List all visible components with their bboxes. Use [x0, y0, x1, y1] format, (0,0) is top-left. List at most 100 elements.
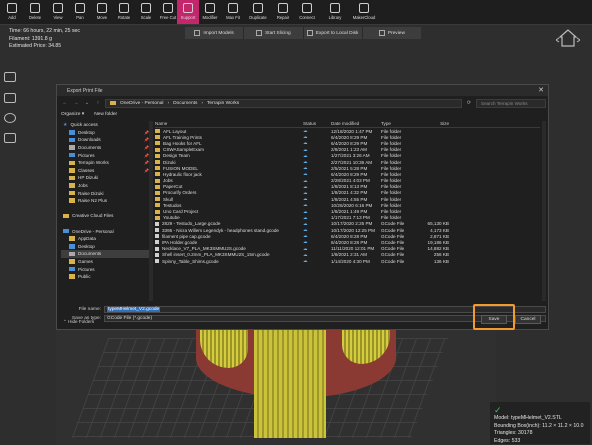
toolbar-support-button[interactable]: Support	[177, 0, 199, 24]
type-cell: File folder	[381, 203, 421, 208]
nav-item[interactable]: OneDrive - Personal	[61, 227, 149, 235]
folder-icon	[155, 179, 160, 183]
file-name-text: Procurify Orders	[163, 190, 196, 195]
close-icon[interactable]: ✕	[538, 86, 544, 94]
type-cell: File folder	[381, 215, 421, 220]
nav-item[interactable]: Terrapin Works📌	[61, 159, 149, 167]
toolbar-label: Scale	[141, 15, 151, 20]
toolbar-move-button[interactable]: Move	[91, 0, 113, 24]
list-icon[interactable]	[4, 93, 16, 103]
nav-item-label: Games	[78, 259, 93, 264]
toolbar-label: Add	[8, 15, 15, 20]
date-cell: 1/8/2021 4:55 PM	[331, 197, 381, 202]
column-type[interactable]: Type	[381, 121, 421, 126]
preview-button[interactable]: Preview	[363, 27, 421, 39]
type-cell: GCode File	[381, 246, 421, 251]
column-status[interactable]: Status	[303, 121, 331, 126]
table-row[interactable]: Spinny_Table_Shims.gcode☁1/14/2020 4:30 …	[155, 258, 540, 264]
cloud-status-icon: ☁	[303, 209, 331, 215]
nav-item[interactable]: Documents📌	[61, 144, 149, 152]
cancel-button[interactable]: Cancel	[515, 315, 541, 324]
toolbar-label: Library	[329, 15, 342, 20]
file-name-text: 3395 - Nicra Willem Legendyk - headphone…	[162, 228, 279, 233]
breadcrumb-item[interactable]: Terrapin Works	[207, 101, 239, 106]
toolbar-modifier-button[interactable]: Modifier	[199, 0, 221, 24]
nav-item-label: Creative Cloud Files	[72, 213, 113, 218]
cloud-status-icon: ☁	[303, 227, 331, 233]
file-name-cell: 2829 - Testudo_Large.gcode	[155, 221, 303, 226]
toolbar-library-button[interactable]: Library	[324, 0, 346, 24]
toolbar-label: Support	[181, 15, 196, 20]
toolbar-view-button[interactable]: View	[47, 0, 69, 24]
nav-item[interactable]: Desktop	[61, 243, 149, 251]
toolbar-connect-button[interactable]: Connect	[296, 0, 318, 24]
export-local-disk-button[interactable]: Export to Local Disk	[304, 27, 363, 39]
back-arrow-icon[interactable]: ←	[61, 100, 69, 106]
slice-label: Start Slicing	[265, 31, 291, 36]
toolbar-add-button[interactable]: Add	[1, 0, 23, 24]
nav-item[interactable]: Raise Dizuki	[61, 189, 149, 197]
toolbar-repair-button[interactable]: Repair	[272, 0, 294, 24]
organize-menu[interactable]: Organize ▾	[61, 112, 84, 117]
delete-icon	[30, 3, 40, 13]
toolbar-free-cut-button[interactable]: Free Cut	[157, 0, 179, 24]
nav-item[interactable]: Desktop📌	[61, 129, 149, 137]
start-slicing-button[interactable]: Start Slicing	[244, 27, 303, 39]
new-folder-button[interactable]: New folder	[94, 112, 117, 117]
model-bbox: Bounding Box(inch): 11.2 × 11.2 × 10.0	[494, 423, 586, 431]
nav-item[interactable]: HP Dizuki	[61, 174, 149, 182]
nav-item-label: Desktop	[78, 130, 95, 135]
nav-scrollbar[interactable]	[149, 121, 153, 301]
cloud-status-icon: ☁	[303, 184, 331, 190]
cloud-status-icon: ☁	[303, 140, 331, 146]
chevron-down-icon[interactable]: ⌄	[83, 100, 91, 106]
type-cell: File folder	[381, 166, 421, 171]
up-arrow-icon[interactable]: ↑	[94, 100, 102, 106]
toolbar-makercloud-button[interactable]: MakerCloud	[353, 0, 375, 24]
file-name-cell: Procurify Orders	[155, 190, 303, 195]
nav-item[interactable]: Pictures	[61, 265, 149, 273]
toolbar-label: Move	[97, 15, 107, 20]
forward-arrow-icon[interactable]: →	[72, 100, 80, 106]
cloud-status-icon: ☁	[303, 128, 331, 134]
breadcrumb[interactable]: OneDrive - Personal› Documents› Terrapin…	[105, 99, 462, 108]
home-view-icon[interactable]	[556, 28, 580, 52]
column-name[interactable]: Name	[155, 121, 303, 126]
nav-item[interactable]: Raise N2 Plus	[61, 197, 149, 205]
nav-item[interactable]: Games	[61, 258, 149, 266]
upload-icon[interactable]	[4, 133, 16, 143]
nav-item[interactable]: Classes📌	[61, 167, 149, 175]
hide-folders-toggle[interactable]: ⌃ Hide Folders	[63, 319, 94, 325]
nav-item[interactable]: Downloads📌	[61, 136, 149, 144]
folder-icon	[63, 214, 69, 219]
column-date[interactable]: Date modified	[331, 121, 381, 126]
nav-item[interactable]: AppData	[61, 235, 149, 243]
search-input[interactable]: Search Terrapin Works	[476, 99, 546, 108]
nav-item[interactable]: Jobs	[61, 182, 149, 190]
toolbar-rotate-button[interactable]: Rotate	[113, 0, 135, 24]
toolbar-max-fit-button[interactable]: Max Fit	[222, 0, 244, 24]
import-models-button[interactable]: Import Models	[185, 27, 244, 39]
nav-item[interactable]: Creative Cloud Files	[61, 212, 149, 220]
plus-icon	[194, 30, 200, 36]
toolbar-pan-button[interactable]: Pan	[69, 0, 91, 24]
wrench-icon[interactable]	[4, 72, 16, 82]
toolbar-delete-button[interactable]: Delete	[24, 0, 46, 24]
breadcrumb-item[interactable]: OneDrive - Personal	[120, 101, 163, 106]
nav-item[interactable]: ★Quick access	[61, 121, 149, 129]
play-icon[interactable]	[4, 113, 16, 123]
file-scrollbar[interactable]	[542, 121, 546, 301]
save-highlight-box	[473, 304, 515, 330]
nav-item[interactable]: Public	[61, 273, 149, 281]
nav-item-label: HP Dizuki	[78, 175, 98, 180]
maxfit-icon	[228, 3, 238, 13]
nav-item[interactable]: Pictures📌	[61, 151, 149, 159]
column-size[interactable]: Size	[421, 121, 449, 126]
toolbar-scale-button[interactable]: Scale	[135, 0, 157, 24]
refresh-icon[interactable]: ⟳	[465, 100, 473, 106]
nav-item[interactable]: Documents	[61, 250, 149, 258]
breadcrumb-item[interactable]: Documents	[173, 101, 197, 106]
folder-icon	[69, 183, 75, 188]
file-icon	[155, 234, 159, 238]
toolbar-duplicate-button[interactable]: Duplicate	[247, 0, 269, 24]
